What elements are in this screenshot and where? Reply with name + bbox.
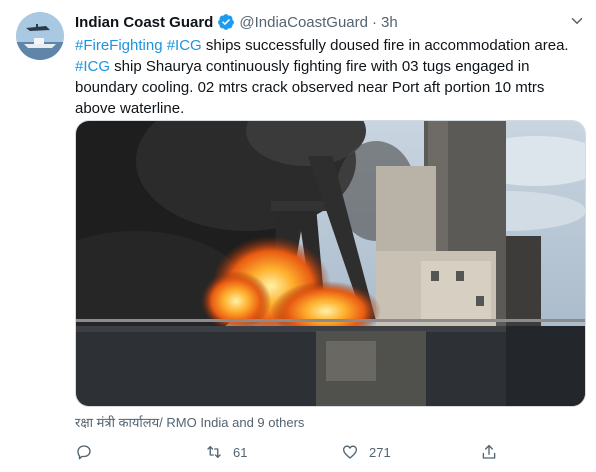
reply-button[interactable]: [75, 440, 103, 464]
hashtag-firefighting[interactable]: #FireFighting: [75, 37, 163, 54]
share-button[interactable]: [480, 440, 508, 464]
like-icon: [342, 445, 358, 459]
author-handle[interactable]: @IndiaCoastGuard: [239, 14, 368, 31]
text-segment: ships successfully doused fire in accomm…: [201, 37, 569, 54]
tweet-header: Indian Coast Guard @IndiaCoastGuard · 3h: [75, 12, 398, 32]
tweet-text: #FireFighting #ICG ships successfully do…: [75, 35, 585, 119]
like-button[interactable]: 271: [341, 440, 391, 464]
like-count: 271: [369, 444, 391, 460]
hashtag-icg[interactable]: #ICG: [75, 58, 110, 75]
chevron-down-icon[interactable]: [568, 12, 586, 30]
timestamp[interactable]: 3h: [381, 14, 398, 31]
verified-badge-icon: [218, 14, 235, 30]
social-context[interactable]: रक्षा मंत्री कार्यालय/ RMO India and 9 o…: [75, 413, 304, 431]
retweet-count: 61: [233, 444, 248, 460]
author-name[interactable]: Indian Coast Guard: [75, 14, 213, 31]
retweet-button[interactable]: 61: [205, 440, 247, 464]
retweet-icon: [207, 446, 221, 458]
tweet-photo[interactable]: [75, 120, 586, 407]
separator-dot: ·: [372, 13, 377, 31]
tweet-card[interactable]: Indian Coast Guard @IndiaCoastGuard · 3h…: [0, 0, 596, 472]
ship-fire-photo: [76, 121, 585, 406]
tweet-actions: 61 271: [75, 440, 515, 464]
hashtag-icg[interactable]: #ICG: [167, 37, 202, 54]
avatar-image: [16, 12, 64, 60]
avatar[interactable]: [16, 12, 64, 60]
share-icon: [482, 444, 496, 459]
reply-icon: [77, 445, 91, 460]
text-segment: ship Shaurya continuously fighting fire …: [75, 58, 545, 117]
